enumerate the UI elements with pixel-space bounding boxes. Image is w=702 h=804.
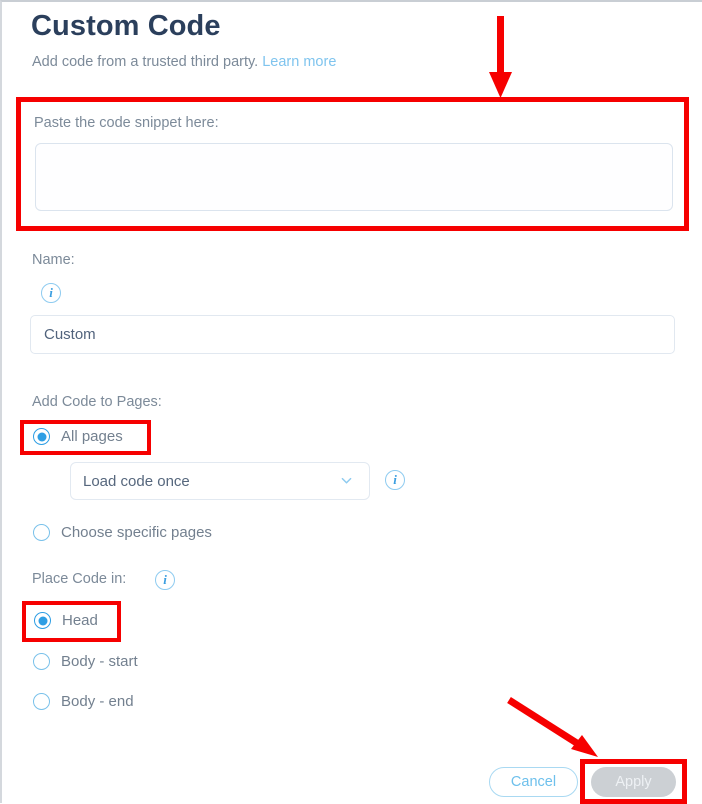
radio-body-start[interactable]: Body - start	[33, 653, 138, 670]
info-icon[interactable]: i	[155, 570, 175, 590]
place-code-in-label: Place Code in:	[32, 571, 127, 587]
load-code-select-value: Load code once	[83, 472, 190, 490]
info-icon[interactable]: i	[385, 470, 405, 490]
page-subtitle: Add code from a trusted third party. Lea…	[32, 54, 336, 70]
page-title: Custom Code	[31, 10, 221, 42]
apply-button[interactable]: Apply	[591, 767, 676, 797]
name-label: Name:	[32, 252, 75, 268]
add-code-to-pages-label: Add Code to Pages:	[32, 394, 162, 410]
load-code-select-wrap[interactable]: Load code once	[70, 462, 370, 500]
subtitle-text: Add code from a trusted third party.	[32, 54, 259, 70]
name-input[interactable]	[30, 315, 675, 354]
radio-button-icon[interactable]	[33, 524, 50, 541]
radio-head[interactable]: Head	[34, 612, 98, 629]
radio-choose-specific-pages[interactable]: Choose specific pages	[33, 524, 212, 541]
code-snippet-input[interactable]	[35, 143, 673, 211]
info-icon[interactable]: i	[41, 283, 61, 303]
radio-button-icon[interactable]	[34, 612, 51, 629]
radio-button-icon[interactable]	[33, 653, 50, 670]
radio-body-start-label: Body - start	[61, 653, 138, 670]
custom-code-panel: Custom Code Add code from a trusted thir…	[0, 0, 702, 804]
radio-button-icon[interactable]	[33, 428, 50, 445]
radio-button-icon[interactable]	[33, 693, 50, 710]
cancel-button[interactable]: Cancel	[489, 767, 578, 797]
radio-all-pages[interactable]: All pages	[33, 428, 123, 445]
radio-head-label: Head	[62, 612, 98, 629]
code-snippet-label: Paste the code snippet here:	[34, 115, 219, 131]
annotation-arrow-to-code-box	[489, 16, 512, 98]
annotation-arrow-to-apply-button	[507, 697, 598, 757]
radio-all-pages-label: All pages	[61, 428, 123, 445]
load-code-select[interactable]: Load code once	[70, 462, 370, 500]
radio-body-end[interactable]: Body - end	[33, 693, 134, 710]
chevron-down-icon[interactable]	[341, 475, 352, 486]
radio-choose-specific-pages-label: Choose specific pages	[61, 524, 212, 541]
learn-more-link[interactable]: Learn more	[262, 54, 336, 70]
radio-body-end-label: Body - end	[61, 693, 134, 710]
